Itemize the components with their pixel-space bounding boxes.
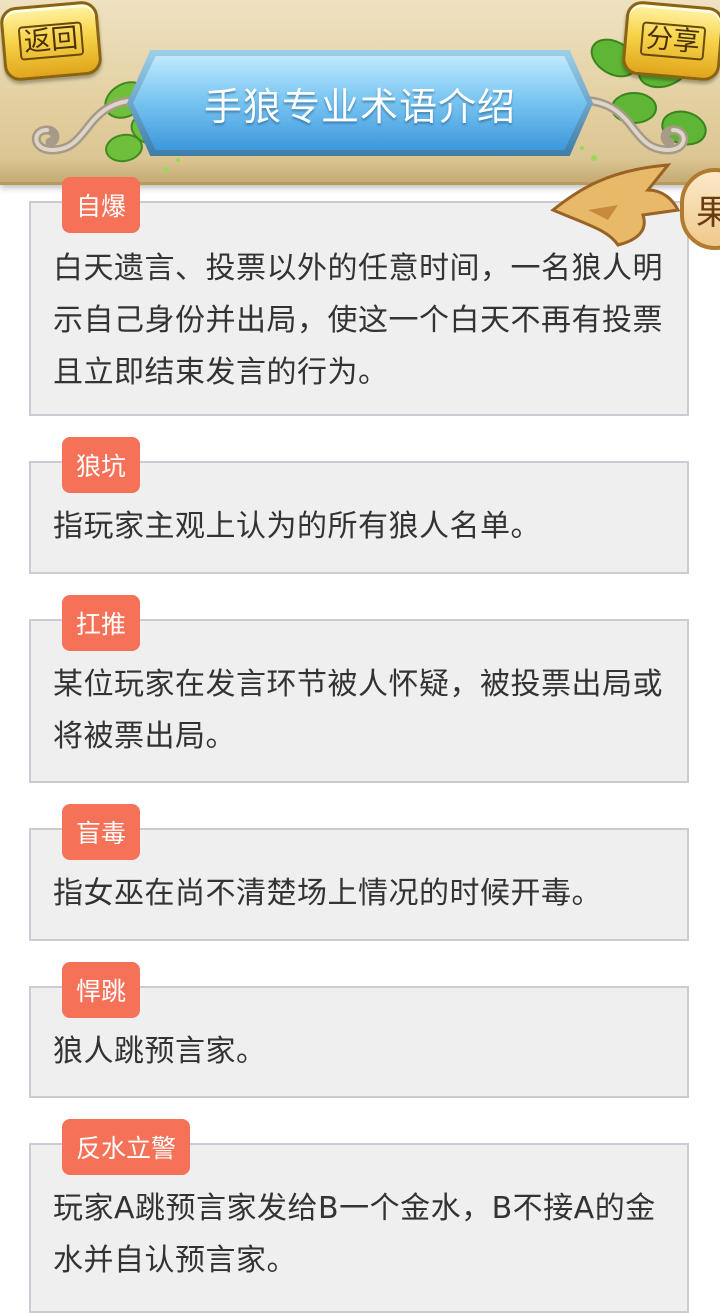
side-tab-label: 果	[696, 192, 720, 233]
wolf-head-icon	[550, 163, 681, 247]
share-button[interactable]: 分享	[620, 0, 720, 83]
term-tag: 盲毒	[62, 804, 141, 860]
term-tag: 悍跳	[62, 962, 141, 1018]
back-button-label: 返回	[17, 21, 85, 61]
term-tag: 反水立警	[62, 1119, 191, 1175]
term-tag: 自爆	[62, 177, 141, 233]
page-title: 手狼专业术语介绍	[203, 85, 516, 129]
term-tag: 扛推	[62, 595, 141, 651]
back-button[interactable]: 返回	[0, 0, 104, 83]
share-button-label: 分享	[639, 21, 707, 61]
title-banner: 手狼专业术语介绍	[127, 50, 593, 156]
term-tag: 狼坑	[62, 437, 141, 493]
